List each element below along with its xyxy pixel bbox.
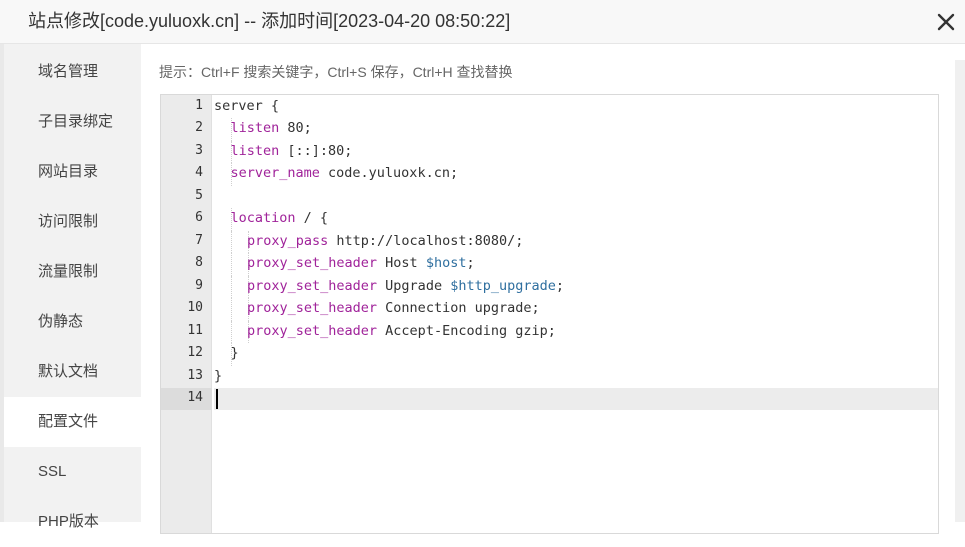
directive-token: listen [230,142,280,159]
line-number: 7 [195,232,203,248]
code-line: proxy_pass http://localhost:8080/; [247,233,523,249]
code-line: location / { [231,210,329,226]
variable-token: $http_upgrade [450,277,556,294]
sidebar-item[interactable]: 流量限制 [4,247,141,297]
text-token: } [230,345,239,361]
text-token: server { [214,97,280,114]
text-token: Connection upgrade; [377,300,540,316]
dialog-title: 站点修改[code.yuluoxk.cn] -- 添加时间[2023-04-20… [28,11,511,31]
code-area[interactable]: server {listen 80; listen [::]:80; server_… [214,95,938,533]
code-line: server { [214,98,279,114]
line-number: 1 [195,97,203,113]
line-number: 8 [195,255,203,270]
sidebar-item[interactable]: 域名管理 [4,47,141,97]
line-number: 13 [187,367,203,383]
directive-token: location [230,210,296,226]
code-line: proxy_set_header Host $host; [247,255,475,271]
code-line: server_name code.yuluoxk.cn; [231,165,459,181]
indent-guide [231,320,233,343]
directive-token: proxy_set_header [247,322,378,339]
code-line: } [214,368,222,384]
line-number: 10 [187,300,203,315]
line-number: 6 [195,210,203,225]
active-line-highlight [214,388,938,410]
directive-token: listen [230,120,280,136]
sidebar-item[interactable]: 伪静态 [4,297,141,347]
line-number: 2 [195,120,203,135]
line-number: 9 [195,277,203,293]
sidebar-item[interactable]: 配置文件 [4,397,141,447]
text-token: code.yuluoxk.cn; [319,165,459,181]
text-token: ; [466,255,475,271]
directive-token: proxy_set_header [247,277,378,294]
sidebar-item[interactable]: 默认文档 [4,347,141,397]
main-panel: 提示：Ctrl+F 搜索关键字，Ctrl+S 保存，Ctrl+H 查找替换 12… [141,44,965,534]
sidebar-item[interactable]: SSL [4,447,141,497]
text-token: } [214,367,223,384]
directive-token: proxy_pass [247,232,329,249]
code-line: listen 80; [231,120,312,136]
text-token: Host [377,255,426,271]
close-icon[interactable] [932,8,960,36]
line-number: 11 [187,322,203,338]
sidebar-item[interactable]: PHP版本 [4,497,141,547]
code-line: proxy_set_header Accept-Encoding gzip; [247,323,556,339]
sidebar-item[interactable]: 访问限制 [4,197,141,247]
line-number: 3 [195,142,203,158]
indent-guide [231,298,233,321]
text-token: [::]:80; [279,142,353,159]
text-token: http://localhost:8080/; [328,232,524,249]
text-token: Accept-Encoding gzip; [377,322,556,339]
indent-guide [231,230,233,253]
page-scrollbar[interactable] [955,60,965,522]
text-token: ; [555,277,565,294]
config-editor[interactable]: 1 2 3 4 5 6 7 8 9 10 11 12 13 14 server {listen 80; li… [160,94,939,534]
indent-guide [231,275,233,298]
line-number: 12 [187,345,203,360]
sidebar-item[interactable]: 子目录绑定 [4,97,141,147]
code-line: proxy_set_header Upgrade $http_upgrade; [247,278,564,294]
code-line: } [231,345,239,361]
sidebar-item[interactable]: 网站目录 [4,147,141,197]
line-number: 14 [187,390,203,405]
line-number: 4 [195,165,203,180]
code-line: proxy_set_header Connection upgrade; [247,300,540,316]
text-token: 80; [279,120,312,136]
line-number: 5 [195,187,203,203]
text-token: / { [295,210,329,226]
dialog-titlebar: 站点修改[code.yuluoxk.cn] -- 添加时间[2023-04-20… [0,0,965,44]
code-line: listen [::]:80; [231,143,353,159]
variable-token: $host [425,255,467,271]
directive-token: proxy_set_header [247,255,378,271]
line-number-gutter: 1 2 3 4 5 6 7 8 9 10 11 12 13 14 [161,95,212,533]
text-cursor [216,389,218,409]
directive-token: proxy_set_header [247,300,378,316]
directive-token: server_name [230,165,320,181]
editor-hint: 提示：Ctrl+F 搜索关键字，Ctrl+S 保存，Ctrl+H 查找替换 [159,64,513,80]
indent-guide [231,253,233,276]
text-token: Upgrade [377,277,451,294]
